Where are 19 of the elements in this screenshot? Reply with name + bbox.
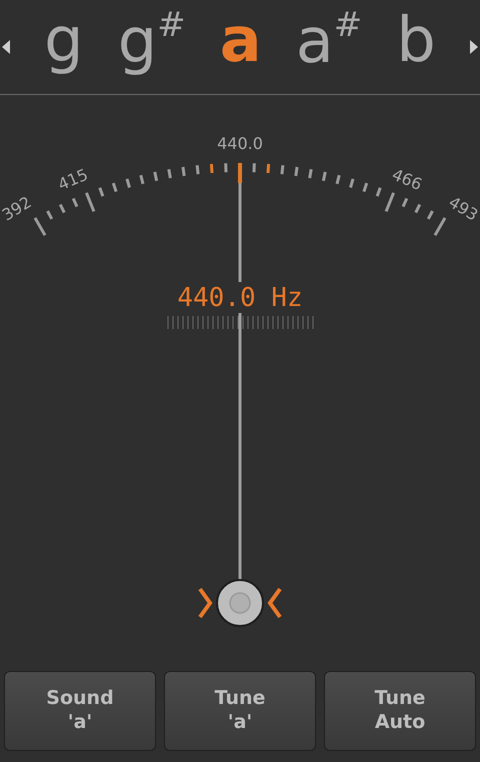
scale-label: 466 [389,164,425,194]
chevron-right-icon [198,588,212,618]
right-arrow-icon[interactable] [470,40,478,54]
frequency-reading: 440.0 Hz [177,283,303,313]
action-button[interactable]: Tune Auto [324,671,476,751]
note-tab[interactable]: b [396,9,436,85]
action-button[interactable]: Sound 'a' [4,671,156,751]
scale-label: 415 [55,164,91,194]
action-button[interactable]: Tune 'a' [164,671,316,751]
scale-label: 392 [0,192,35,225]
note-tab[interactable]: g [44,9,84,85]
left-arrow-icon[interactable] [2,40,10,54]
note-tab[interactable]: g$^{#}$ [118,8,186,86]
note-tab[interactable]: a [220,9,262,85]
chevron-left-icon [268,588,282,618]
scale-label: 440.0 [217,134,263,153]
needle-knob-icon [216,579,264,627]
note-tab[interactable]: a$^{#}$ [296,8,362,86]
scale-label: 493 [445,192,480,225]
